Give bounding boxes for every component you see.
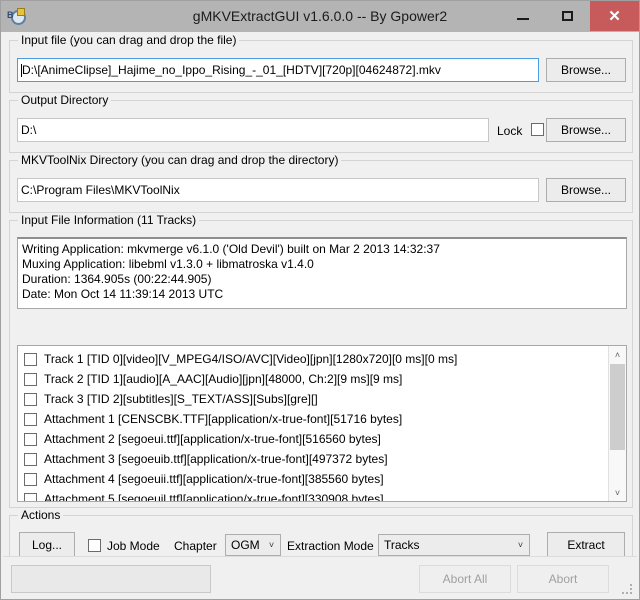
close-button[interactable]: ✕: [590, 1, 639, 31]
track-list-item[interactable]: Track 3 [TID 2][subtitles][S_TEXT/ASS][S…: [18, 389, 609, 409]
track-checkbox[interactable]: [24, 412, 37, 426]
chevron-down-icon: ˅: [517, 540, 524, 550]
file-info-line: Duration: 1364.905s (00:22:44.905): [22, 272, 212, 286]
minimize-icon: [516, 18, 529, 20]
track-list-items: Track 1 [TID 0][video][V_MPEG4/ISO/AVC][…: [18, 346, 609, 501]
client-area: Input file (you can drag and drop the fi…: [1, 32, 639, 599]
track-checkbox[interactable]: [24, 432, 37, 446]
input-file-group: Input file (you can drag and drop the fi…: [9, 33, 633, 93]
input-file-information-group: Input File Information (11 Tracks) Writi…: [9, 213, 633, 508]
job-mode-checkbox[interactable]: [88, 539, 101, 552]
progress-bar: [11, 565, 211, 593]
scroll-down-icon[interactable]: ˅: [609, 484, 626, 501]
close-icon: ✕: [608, 7, 621, 25]
abort-all-button[interactable]: Abort All: [419, 565, 511, 593]
track-checkbox[interactable]: [24, 372, 37, 386]
track-label: Attachment 2 [segoeui.ttf][application/x…: [44, 432, 381, 446]
lock-checkbox[interactable]: [531, 123, 544, 136]
track-label: Attachment 1 [CENSCBK.TTF][application/x…: [44, 412, 403, 426]
scroll-up-icon[interactable]: ˄: [609, 346, 626, 363]
application-window: B gMKVExtractGUI v1.6.0.0 -- By Gpower2 …: [0, 0, 640, 600]
track-label: Track 1 [TID 0][video][V_MPEG4/ISO/AVC][…: [44, 352, 458, 366]
output-directory-browse-button[interactable]: Browse...: [546, 118, 626, 142]
lock-label: Lock: [497, 124, 523, 138]
scrollbar-thumb[interactable]: [610, 364, 625, 450]
maximize-icon: [562, 11, 573, 21]
chapter-type-value: OGM: [231, 538, 260, 552]
output-directory-group: Output Directory D:\ Lock Browse...: [9, 93, 633, 153]
mkvtoolnix-directory-group: MKVToolNix Directory (you can drag and d…: [9, 153, 633, 213]
track-label: Track 3 [TID 2][subtitles][S_TEXT/ASS][S…: [44, 392, 318, 406]
track-list-item[interactable]: Attachment 2 [segoeui.ttf][application/x…: [18, 429, 609, 449]
extraction-mode-value: Tracks: [384, 538, 420, 552]
resize-grip-icon[interactable]: [622, 584, 634, 596]
job-mode-label: Job Mode: [107, 539, 160, 553]
file-information-panel: Writing Application: mkvmerge v6.1.0 ('O…: [17, 237, 627, 309]
mkvtoolnix-directory-legend: MKVToolNix Directory (you can drag and d…: [18, 153, 342, 167]
track-label: Attachment 3 [segoeuib.ttf][application/…: [44, 452, 388, 466]
track-list-item[interactable]: Track 1 [TID 0][video][V_MPEG4/ISO/AVC][…: [18, 349, 609, 369]
title-bar: B gMKVExtractGUI v1.6.0.0 -- By Gpower2 …: [1, 1, 639, 32]
output-directory-value: D:\: [21, 123, 37, 137]
chapter-label: Chapter: [174, 539, 217, 553]
app-icon: B: [7, 7, 26, 25]
extract-button[interactable]: Extract: [547, 532, 625, 558]
extraction-mode-label: Extraction Mode: [287, 539, 374, 553]
track-checkbox[interactable]: [24, 392, 37, 406]
track-list-item[interactable]: Attachment 3 [segoeuib.ttf][application/…: [18, 449, 609, 469]
window-controls: ✕: [500, 1, 639, 31]
chapter-type-dropdown[interactable]: OGM ˅: [225, 534, 281, 556]
mkvtoolnix-directory-field[interactable]: C:\Program Files\MKVToolNix: [17, 178, 539, 202]
track-checkbox[interactable]: [24, 472, 37, 486]
input-file-field[interactable]: D:\[AnimeClipse]_Hajime_no_Ippo_Rising_-…: [17, 58, 539, 82]
file-info-line: Muxing Application: libebml v1.3.0 + lib…: [22, 257, 314, 271]
file-info-line: Writing Application: mkvmerge v6.1.0 ('O…: [22, 242, 440, 256]
input-file-value: D:\[AnimeClipse]_Hajime_no_Ippo_Rising_-…: [22, 63, 441, 77]
chevron-down-icon: ˅: [268, 540, 275, 550]
track-label: Attachment 5 [segoeuil.ttf][application/…: [44, 492, 384, 501]
log-button[interactable]: Log...: [19, 532, 75, 558]
mkvtoolnix-directory-value: C:\Program Files\MKVToolNix: [21, 183, 180, 197]
track-list-scrollbar[interactable]: ˄ ˅: [608, 346, 626, 501]
extraction-mode-dropdown[interactable]: Tracks ˅: [378, 534, 530, 556]
actions-legend: Actions: [18, 508, 64, 522]
input-file-browse-button[interactable]: Browse...: [546, 58, 626, 82]
maximize-button[interactable]: [545, 1, 590, 31]
input-file-information-legend: Input File Information (11 Tracks): [18, 213, 200, 227]
minimize-button[interactable]: [500, 1, 545, 31]
abort-button[interactable]: Abort: [517, 565, 609, 593]
track-list-item[interactable]: Attachment 4 [segoeuii.ttf][application/…: [18, 469, 609, 489]
track-list-item[interactable]: Attachment 5 [segoeuil.ttf][application/…: [18, 489, 609, 501]
track-checkbox[interactable]: [24, 452, 37, 466]
track-checkbox[interactable]: [24, 492, 37, 501]
track-list-item[interactable]: Track 2 [TID 1][audio][A_AAC][Audio][jpn…: [18, 369, 609, 389]
input-file-legend: Input file (you can drag and drop the fi…: [18, 33, 240, 47]
track-label: Track 2 [TID 1][audio][A_AAC][Audio][jpn…: [44, 372, 403, 386]
track-label: Attachment 4 [segoeuii.ttf][application/…: [44, 472, 384, 486]
track-list[interactable]: Track 1 [TID 0][video][V_MPEG4/ISO/AVC][…: [17, 345, 627, 502]
file-info-line: Date: Mon Oct 14 11:39:14 2013 UTC: [22, 287, 224, 301]
status-bar: Abort All Abort: [3, 556, 637, 599]
track-checkbox[interactable]: [24, 352, 37, 366]
output-directory-legend: Output Directory: [18, 93, 112, 107]
track-list-item[interactable]: Attachment 1 [CENSCBK.TTF][application/x…: [18, 409, 609, 429]
output-directory-field[interactable]: D:\: [17, 118, 489, 142]
mkvtoolnix-directory-browse-button[interactable]: Browse...: [546, 178, 626, 202]
